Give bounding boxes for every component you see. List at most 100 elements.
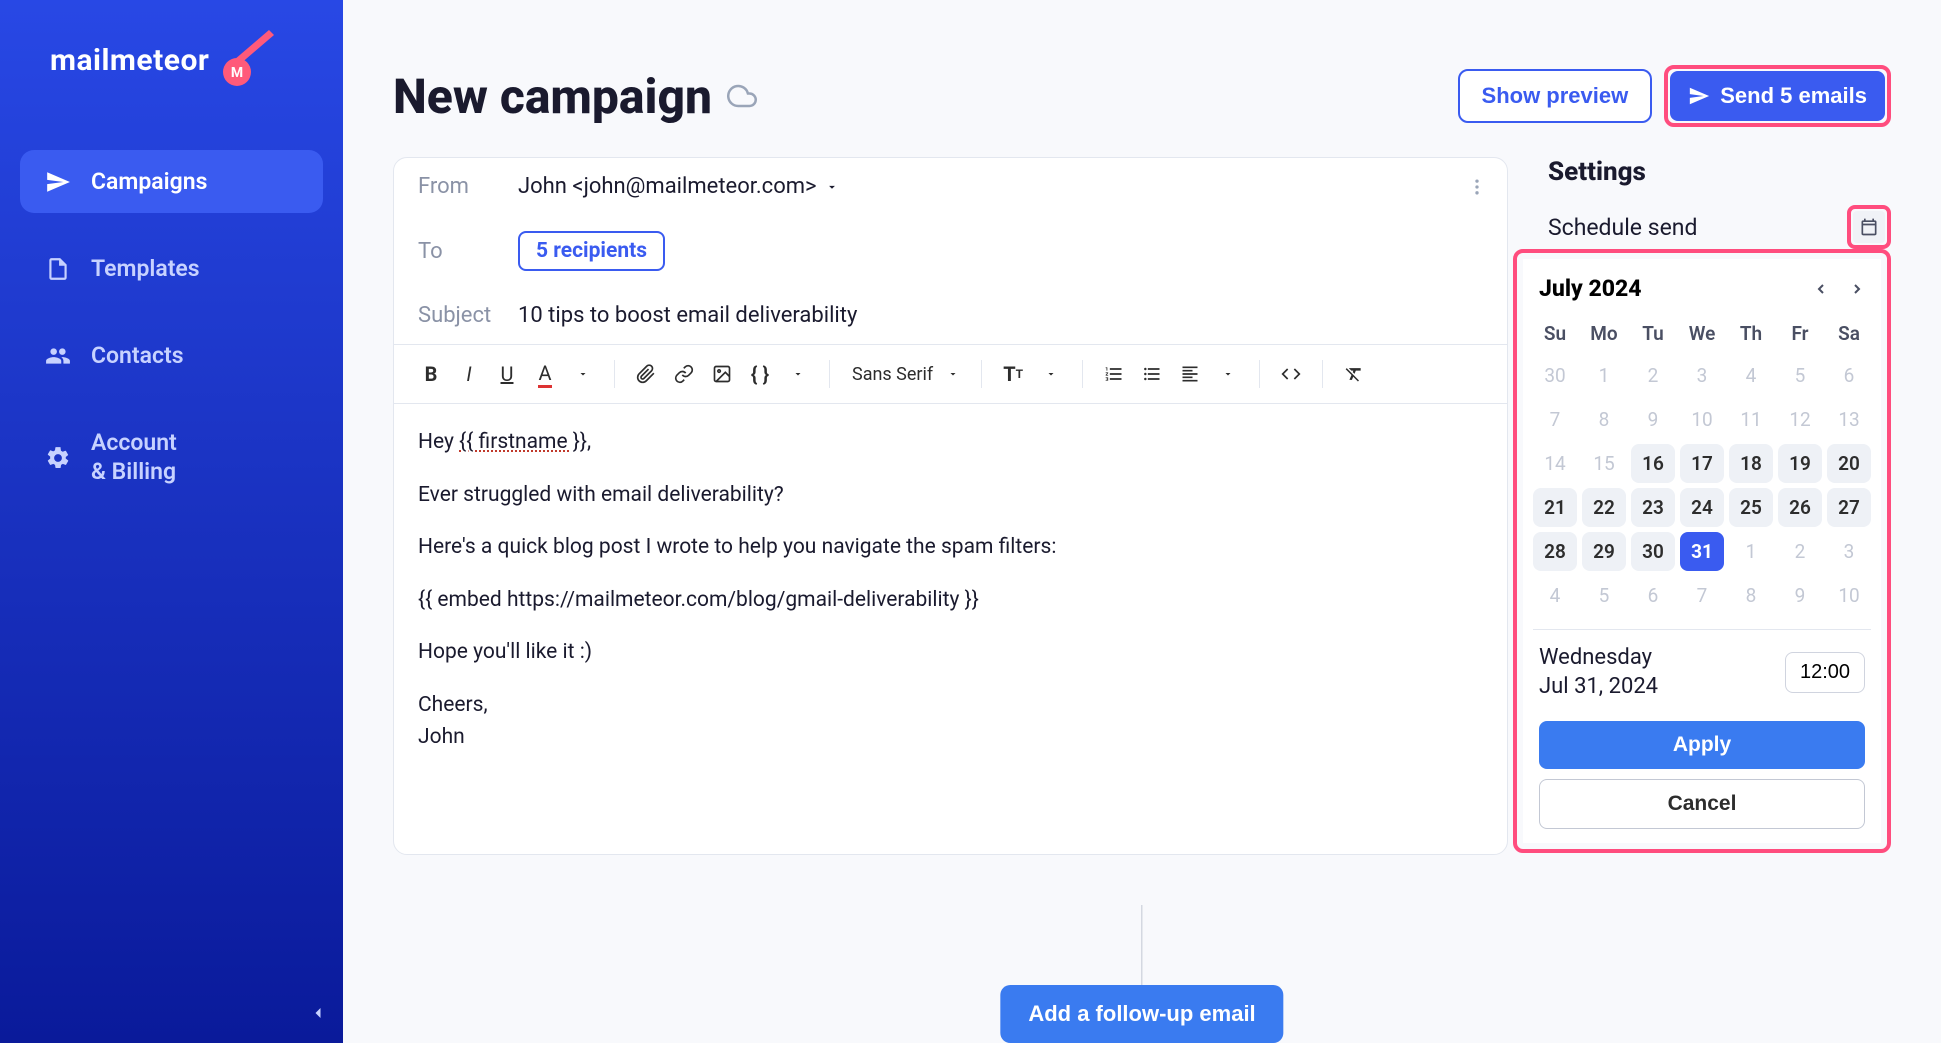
calendar-day[interactable]: 14 xyxy=(1533,444,1577,483)
calendar-day[interactable]: 19 xyxy=(1778,444,1822,483)
schedule-calendar-button[interactable] xyxy=(1853,211,1885,243)
sidebar-item-label: Contacts xyxy=(91,342,184,369)
recipients-chip[interactable]: 5 recipients xyxy=(518,231,665,271)
calendar-day[interactable]: 27 xyxy=(1827,488,1871,527)
calendar-day[interactable]: 15 xyxy=(1582,444,1626,483)
calendar-day[interactable]: 17 xyxy=(1680,444,1724,483)
calendar-day[interactable]: 9 xyxy=(1778,576,1822,615)
toolbar-separator xyxy=(1259,360,1260,388)
from-value: John <john@mailmeteor.com> xyxy=(518,174,817,199)
sidebar: mailmeteor M Campaigns Templates Contact… xyxy=(0,0,343,1043)
compose-panel: From John <john@mailmeteor.com> To 5 rec… xyxy=(393,157,1508,855)
calendar-day[interactable]: 9 xyxy=(1631,400,1675,439)
calendar-day[interactable]: 28 xyxy=(1533,532,1577,571)
calendar-day[interactable]: 1 xyxy=(1729,532,1773,571)
text-color-dropdown[interactable] xyxy=(566,357,600,391)
toolbar-separator xyxy=(1322,360,1323,388)
sidebar-collapse-button[interactable] xyxy=(308,1003,328,1023)
selected-date-text: Wednesday Jul 31, 2024 xyxy=(1539,644,1658,701)
calendar-day[interactable]: 18 xyxy=(1729,444,1773,483)
calendar-day[interactable]: 24 xyxy=(1680,488,1724,527)
send-icon xyxy=(1688,85,1710,107)
calendar-day[interactable]: 6 xyxy=(1827,356,1871,395)
send-button-highlight: Send 5 emails xyxy=(1664,65,1891,127)
font-size-dropdown[interactable] xyxy=(1034,357,1068,391)
code-button[interactable] xyxy=(1274,357,1308,391)
toolbar-separator xyxy=(614,360,615,388)
calendar-day[interactable]: 5 xyxy=(1582,576,1626,615)
ordered-list-button[interactable] xyxy=(1097,357,1131,391)
merge-tag-dropdown[interactable] xyxy=(781,357,815,391)
show-preview-button[interactable]: Show preview xyxy=(1458,69,1653,123)
text-color-button[interactable]: A xyxy=(528,357,562,391)
font-family-dropdown[interactable]: Sans Serif xyxy=(844,364,967,385)
main: New campaign Show preview Send 5 emails xyxy=(343,0,1941,1043)
calendar-day[interactable]: 5 xyxy=(1778,356,1822,395)
calendar-day[interactable]: 4 xyxy=(1533,576,1577,615)
calendar-day[interactable]: 22 xyxy=(1582,488,1626,527)
sidebar-item-contacts[interactable]: Contacts xyxy=(20,324,323,387)
calendar-day[interactable]: 11 xyxy=(1729,400,1773,439)
calendar-day[interactable]: 30 xyxy=(1533,356,1577,395)
attachment-button[interactable] xyxy=(629,357,663,391)
calendar-day[interactable]: 23 xyxy=(1631,488,1675,527)
underline-button[interactable]: U xyxy=(490,357,524,391)
calendar-day[interactable]: 8 xyxy=(1729,576,1773,615)
calendar-day[interactable]: 25 xyxy=(1729,488,1773,527)
time-input[interactable] xyxy=(1785,652,1865,693)
calendar-day[interactable]: 10 xyxy=(1827,576,1871,615)
send-emails-button[interactable]: Send 5 emails xyxy=(1670,71,1885,121)
calendar-day[interactable]: 3 xyxy=(1680,356,1724,395)
calendar-day[interactable]: 2 xyxy=(1778,532,1822,571)
next-month-button[interactable] xyxy=(1849,281,1865,297)
calendar-day[interactable]: 31 xyxy=(1680,532,1724,571)
font-size-button[interactable]: TT xyxy=(996,357,1030,391)
sidebar-item-campaigns[interactable]: Campaigns xyxy=(20,150,323,213)
align-dropdown[interactable] xyxy=(1211,357,1245,391)
email-body-editor[interactable]: Hey {{ firstname }}, Ever struggled with… xyxy=(394,404,1507,854)
calendar-day[interactable]: 30 xyxy=(1631,532,1675,571)
sidebar-item-templates[interactable]: Templates xyxy=(20,237,323,300)
calendar-day[interactable]: 2 xyxy=(1631,356,1675,395)
calendar-day[interactable]: 3 xyxy=(1827,532,1871,571)
calendar-day[interactable]: 7 xyxy=(1680,576,1724,615)
calendar-day[interactable]: 1 xyxy=(1582,356,1626,395)
from-dropdown[interactable]: John <john@mailmeteor.com> xyxy=(518,174,839,199)
calendar-day[interactable]: 10 xyxy=(1680,400,1724,439)
calendar-day[interactable]: 8 xyxy=(1582,400,1626,439)
italic-button[interactable]: I xyxy=(452,357,486,391)
align-button[interactable] xyxy=(1173,357,1207,391)
calendar-day[interactable]: 13 xyxy=(1827,400,1871,439)
link-button[interactable] xyxy=(667,357,701,391)
calendar-day[interactable]: 12 xyxy=(1778,400,1822,439)
calendar-day[interactable]: 16 xyxy=(1631,444,1675,483)
calendar-day[interactable]: 20 xyxy=(1827,444,1871,483)
document-icon xyxy=(45,256,71,282)
calendar-day[interactable]: 21 xyxy=(1533,488,1577,527)
toolbar-separator xyxy=(981,360,982,388)
calendar-day[interactable]: 29 xyxy=(1582,532,1626,571)
image-button[interactable] xyxy=(705,357,739,391)
prev-month-button[interactable] xyxy=(1813,281,1829,297)
calendar-day[interactable]: 6 xyxy=(1631,576,1675,615)
bold-button[interactable]: B xyxy=(414,357,448,391)
cancel-button[interactable]: Cancel xyxy=(1539,779,1865,829)
add-followup-button[interactable]: Add a follow-up email xyxy=(1000,985,1283,1043)
more-options-button[interactable] xyxy=(1467,177,1487,197)
date-picker: July 2024 SuMoTuWeThFrSa3012345678910111… xyxy=(1523,259,1881,843)
merge-tag-button[interactable]: { } xyxy=(743,357,777,391)
clear-format-button[interactable] xyxy=(1337,357,1371,391)
subject-input[interactable]: 10 tips to boost email deliverability xyxy=(518,303,857,328)
calendar-day[interactable]: 7 xyxy=(1533,400,1577,439)
sidebar-item-label: Templates xyxy=(91,255,200,282)
gear-icon xyxy=(45,445,71,471)
meteor-icon: M xyxy=(219,30,279,90)
apply-button[interactable]: Apply xyxy=(1539,721,1865,769)
to-row: To 5 recipients xyxy=(394,215,1507,287)
calendar-day[interactable]: 4 xyxy=(1729,356,1773,395)
toolbar-separator xyxy=(829,360,830,388)
body-line: Hope you'll like it :) xyxy=(418,636,1483,669)
sidebar-item-account-billing[interactable]: Account & Billing xyxy=(20,411,323,505)
unordered-list-button[interactable] xyxy=(1135,357,1169,391)
calendar-day[interactable]: 26 xyxy=(1778,488,1822,527)
